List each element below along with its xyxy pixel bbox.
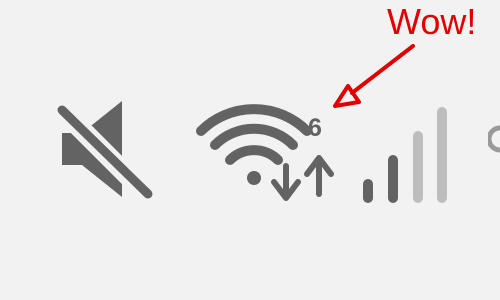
arrow-down-icon [271, 163, 301, 201]
wifi-badge-count: 6 [308, 114, 322, 142]
annotation-label: Wow! [387, 1, 477, 42]
partial-icon [486, 120, 500, 170]
volume-muted-icon[interactable] [52, 98, 162, 200]
screenshot-stage: 6 Wow! [0, 0, 500, 300]
signal-bar [388, 155, 398, 203]
annotation-arrow-icon [330, 40, 420, 120]
signal-bar [413, 131, 423, 203]
arrow-up-icon [304, 155, 334, 197]
status-bar: 6 [0, 0, 500, 300]
signal-bar [363, 179, 373, 203]
wifi-icon[interactable]: 6 [192, 98, 342, 202]
signal-bar [437, 107, 447, 203]
